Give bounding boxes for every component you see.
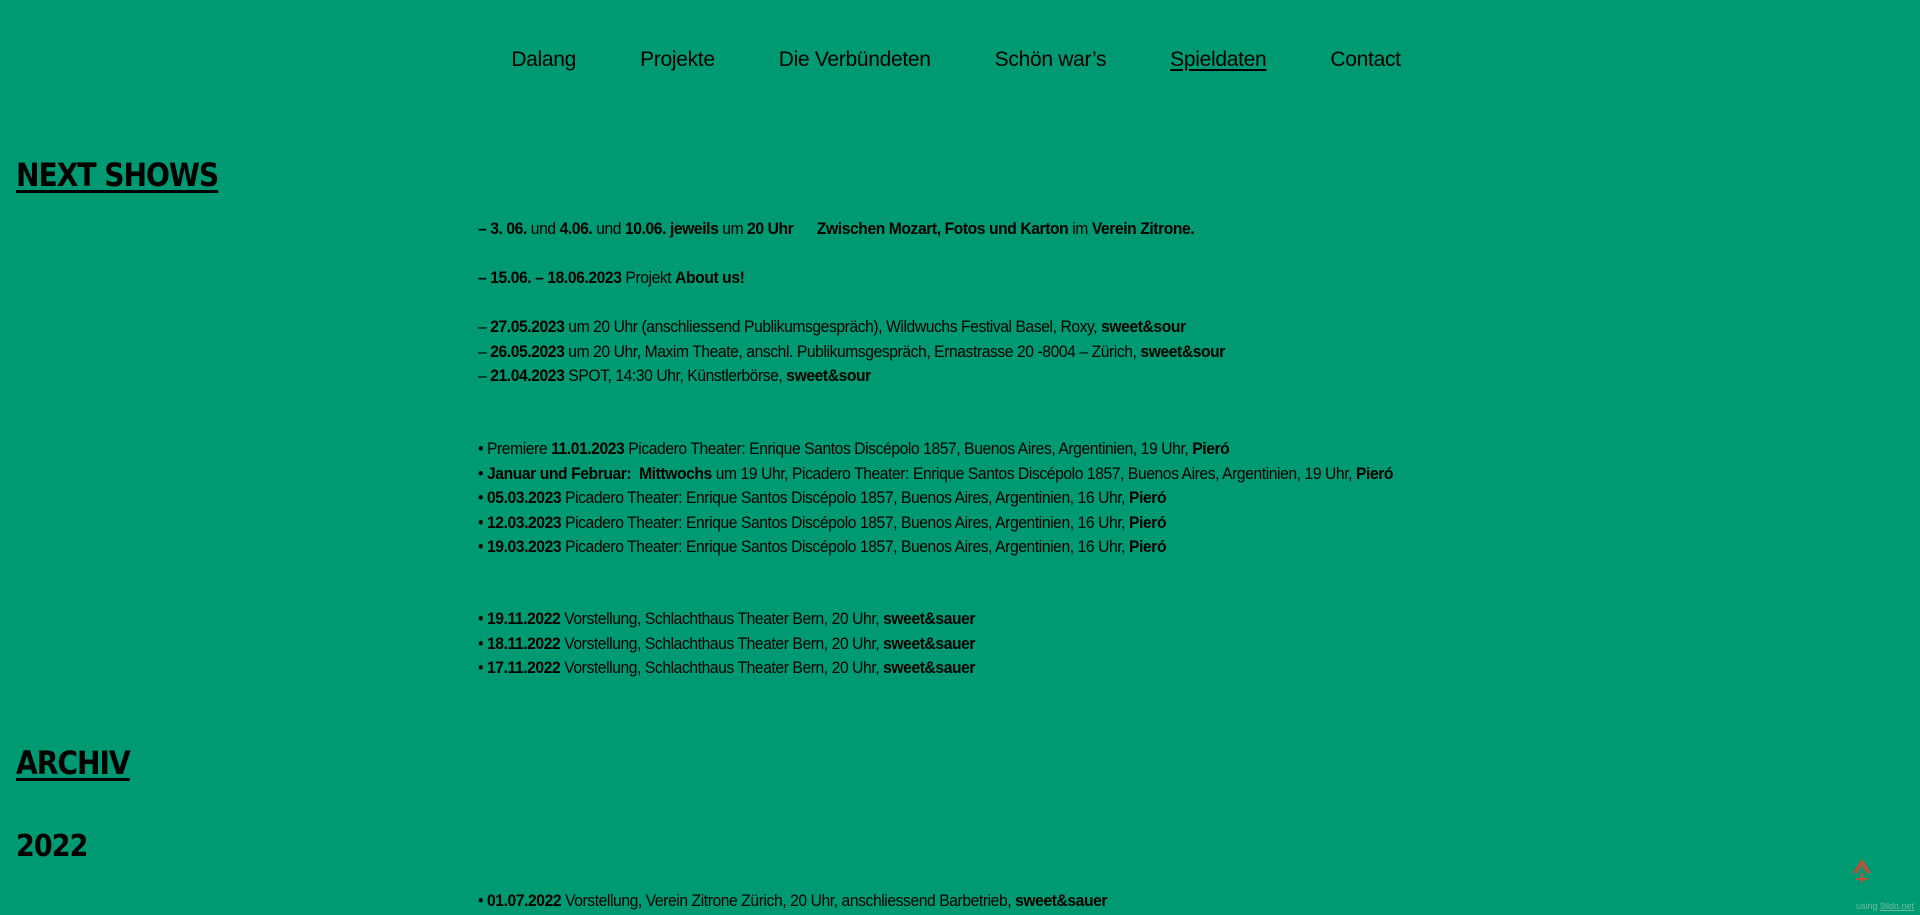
show-entry-text xyxy=(793,219,817,238)
show-entry-bold-text: sweet&sauer xyxy=(883,658,976,677)
show-entry: – 26.05.2023 um 20 Uhr, Maxim Theate, an… xyxy=(478,340,1225,365)
show-entry: • 18.11.2022 Vorstellung, Schlachthaus T… xyxy=(478,632,976,657)
show-entry-bold-text: – 15.06. – 18.06.2023 xyxy=(478,268,622,287)
nav-item-schön-war-s[interactable]: Schön war’s xyxy=(995,48,1107,72)
show-entry-text: und xyxy=(592,219,626,238)
show-entry-text: – xyxy=(478,317,491,336)
show-entry-bold-text: Zwischen Mozart, Fotos und Karton xyxy=(816,219,1069,238)
show-entry-text: Vorstellung, Verein Zitrone Zürich, 20 U… xyxy=(561,891,1016,910)
show-entry-bold-text: sweet&sour xyxy=(1140,341,1225,361)
show-entry-text: Vorstellung, Schlachthaus Theater Bern, … xyxy=(560,658,884,677)
show-entry: • 05.03.2023 Picadero Theater: Enrique S… xyxy=(478,486,1393,511)
show-entry-bold-text: 4.06. xyxy=(559,219,593,238)
show-entry-text: – xyxy=(478,341,491,361)
scroll-to-top-button[interactable] xyxy=(1851,857,1873,885)
show-entry-text: • xyxy=(478,488,487,507)
show-entry-bold-text: 27.05.2023 xyxy=(490,317,565,336)
show-entry-bold-text: sweet&sour xyxy=(786,366,871,385)
show-entry-text: im xyxy=(1068,219,1092,238)
show-entry: • Premiere 11.01.2023 Picadero Theater: … xyxy=(478,437,1393,462)
archive-2022-list: • 01.07.2022 Vorstellung, Verein Zitrone… xyxy=(478,889,1162,914)
show-entry-bold-text: sweet&sauer xyxy=(1015,891,1108,910)
show-entry-bold-text: 20 Uhr xyxy=(747,219,794,238)
show-entry-text: Vorstellung, Schlachthaus Theater Bern, … xyxy=(560,609,884,628)
show-entry-bold-text: 26.05.2023 xyxy=(490,341,565,361)
show-entry-text: Projekt xyxy=(621,268,676,287)
show-entry-text: um 19 Uhr, Picadero Theater: Enrique San… xyxy=(711,463,1357,483)
show-entry-bold-text: sweet&sauer xyxy=(883,633,976,653)
show-entry-text: um 20 Uhr (anschliessend Publikumsgesprä… xyxy=(564,317,1102,336)
show-entry-bold-text: 01.07.2022 xyxy=(486,891,562,910)
show-entry-bold-text: 05.03.2023 xyxy=(486,488,562,507)
show-entry-bold-text: Pieró xyxy=(1129,488,1167,507)
show-entry-text: SPOT, 14:30 Uhr, Künstlerbörse, xyxy=(564,366,787,385)
nav-item-die-verbündeten[interactable]: Die Verbündeten xyxy=(779,48,931,72)
nav-item-contact[interactable]: Contact xyxy=(1330,48,1401,72)
show-entry-text: • xyxy=(478,463,487,483)
show-entry-bold-text: 18.11.2022 xyxy=(486,633,561,653)
show-entry-bold-text: Pieró xyxy=(1129,512,1167,532)
show-entry-text: • xyxy=(478,512,487,532)
show-entry-text: Picadero Theater: Enrique Santos Discépo… xyxy=(561,488,1130,507)
show-entry-bold-text: 19.03.2023 xyxy=(486,537,562,556)
show-entry-bold-text: 11.01.2023 xyxy=(551,439,625,458)
show-entry-bold-text: – 3. 06. xyxy=(478,219,527,238)
credit-prefix: using xyxy=(1855,901,1880,911)
show-entry-bold-text: Januar und Februar: Mittwochs xyxy=(486,463,712,483)
show-entry-text: Picadero Theater: Enrique Santos Discépo… xyxy=(561,537,1130,556)
show-entry-text: • xyxy=(478,609,487,628)
show-entry-bold-text: Pieró xyxy=(1356,463,1394,483)
credit-text: using 9lido.net xyxy=(1856,901,1914,911)
show-entry: – 27.05.2023 um 20 Uhr (anschliessend Pu… xyxy=(478,315,1225,340)
show-entry: • 12.03.2023 Picadero Theater: Enrique S… xyxy=(478,511,1393,536)
show-entry: • 17.11.2022 Vorstellung, Schlachthaus T… xyxy=(478,656,976,681)
show-entry-bold-text: sweet&sauer xyxy=(883,609,976,628)
show-entry-bold-text: Pieró xyxy=(1129,537,1167,556)
show-entry-bold-text: 12.03.2023 xyxy=(486,512,562,532)
show-entry-bold-text: 21.04.2023 xyxy=(490,366,565,385)
show-entry: – 3. 06. und 4.06. und 10.06. jeweils um… xyxy=(478,217,1195,242)
nav-items: Dalang Projekte Die Verbündeten Schön war’s… xyxy=(511,48,1401,72)
show-entry-bold-text: 19.11.2022 xyxy=(486,609,561,628)
nav-item-projekte[interactable]: Projekte xyxy=(640,48,715,72)
show-entry-text: Picadero Theater: Enrique Santos Discépo… xyxy=(624,439,1193,458)
show-entry-text: Vorstellung, Schlachthaus Theater Bern, … xyxy=(560,633,884,653)
show-entry-text: und xyxy=(526,219,560,238)
show-entry: • 01.07.2022 Vorstellung, Verein Zitrone… xyxy=(478,889,1107,914)
show-entry-text: um xyxy=(718,219,748,238)
year-heading-2022: 2022 xyxy=(16,829,88,864)
show-entry-bold-text: 17.11.2022 xyxy=(486,658,561,677)
show-entry-bold-text: Pieró xyxy=(1192,439,1230,458)
next-shows-heading: NEXT SHOWS xyxy=(16,156,219,194)
show-entry-text: • xyxy=(478,658,487,677)
show-entry-text: • Premiere xyxy=(478,439,552,458)
show-entry-text: Picadero Theater: Enrique Santos Discépo… xyxy=(561,512,1130,532)
show-entry-bold-text: 10.06. jeweils xyxy=(625,219,719,238)
show-group-3: – 27.05.2023 um 20 Uhr (anschliessend Pu… xyxy=(478,315,1290,389)
show-group-2: – 15.06. – 18.06.2023 Projekt About us! xyxy=(478,266,768,291)
nav-item-spieldaten[interactable]: Spieldaten xyxy=(1170,48,1267,72)
show-entry-text: • xyxy=(478,633,487,653)
main-nav: Dalang Projekte Die Verbündeten Schön war’s… xyxy=(0,48,1920,72)
show-entry-text: um 20 Uhr, Maxim Theate, anschl. Publiku… xyxy=(564,341,1141,361)
show-entry: • Januar und Februar: Mittwochs um 19 Uh… xyxy=(478,462,1393,487)
show-entry-text: • xyxy=(478,537,487,556)
show-entry: – 21.04.2023 SPOT, 14:30 Uhr, Künstlerbö… xyxy=(478,364,1225,389)
show-entry-text: – xyxy=(478,366,491,385)
show-group-5: • 19.11.2022 Vorstellung, Schlachthaus T… xyxy=(478,607,1018,681)
show-group-4: • Premiere 11.01.2023 Picadero Theater: … xyxy=(478,437,1473,560)
show-entry: • 19.11.2022 Vorstellung, Schlachthaus T… xyxy=(478,607,976,632)
show-entry-text: • xyxy=(478,891,487,910)
show-entry: – 15.06. – 18.06.2023 Projekt About us! xyxy=(478,266,745,291)
show-group-1: – 3. 06. und 4.06. und 10.06. jeweils um… xyxy=(478,217,1257,242)
archiv-heading: ARCHIV xyxy=(16,744,131,782)
credit-link[interactable]: 9lido.net xyxy=(1880,901,1914,911)
show-entry: • 19.03.2023 Picadero Theater: Enrique S… xyxy=(478,535,1393,560)
show-entry-bold-text: sweet&sour xyxy=(1101,317,1186,336)
show-entry-bold-text: Verein Zitrone. xyxy=(1091,219,1195,238)
nav-item-dalang[interactable]: Dalang xyxy=(511,48,576,72)
arrow-up-icon xyxy=(1853,859,1871,883)
show-entry-bold-text: About us! xyxy=(675,268,745,287)
